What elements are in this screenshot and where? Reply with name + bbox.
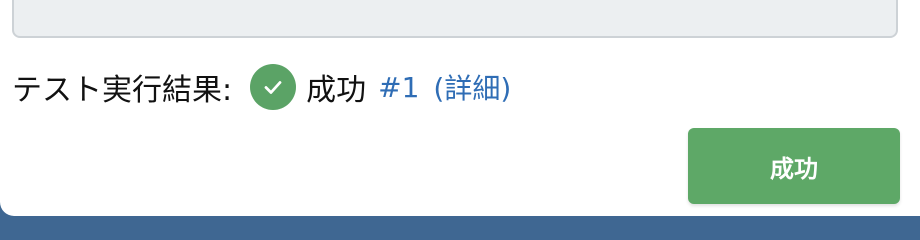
dialog-panel: テスト実行結果: 成功 #1 (詳細) 成功 [0, 0, 920, 216]
test-result-label: テスト実行結果: [12, 73, 233, 108]
details-link[interactable]: (詳細) [433, 67, 511, 107]
test-result-row: テスト実行結果: 成功 #1 (詳細) [12, 62, 511, 112]
status-text: 成功 [306, 73, 367, 108]
text-area[interactable] [12, 0, 898, 38]
run-number-link[interactable]: #1 [378, 71, 419, 104]
success-button[interactable]: 成功 [688, 128, 900, 204]
check-circle-icon [250, 64, 297, 110]
